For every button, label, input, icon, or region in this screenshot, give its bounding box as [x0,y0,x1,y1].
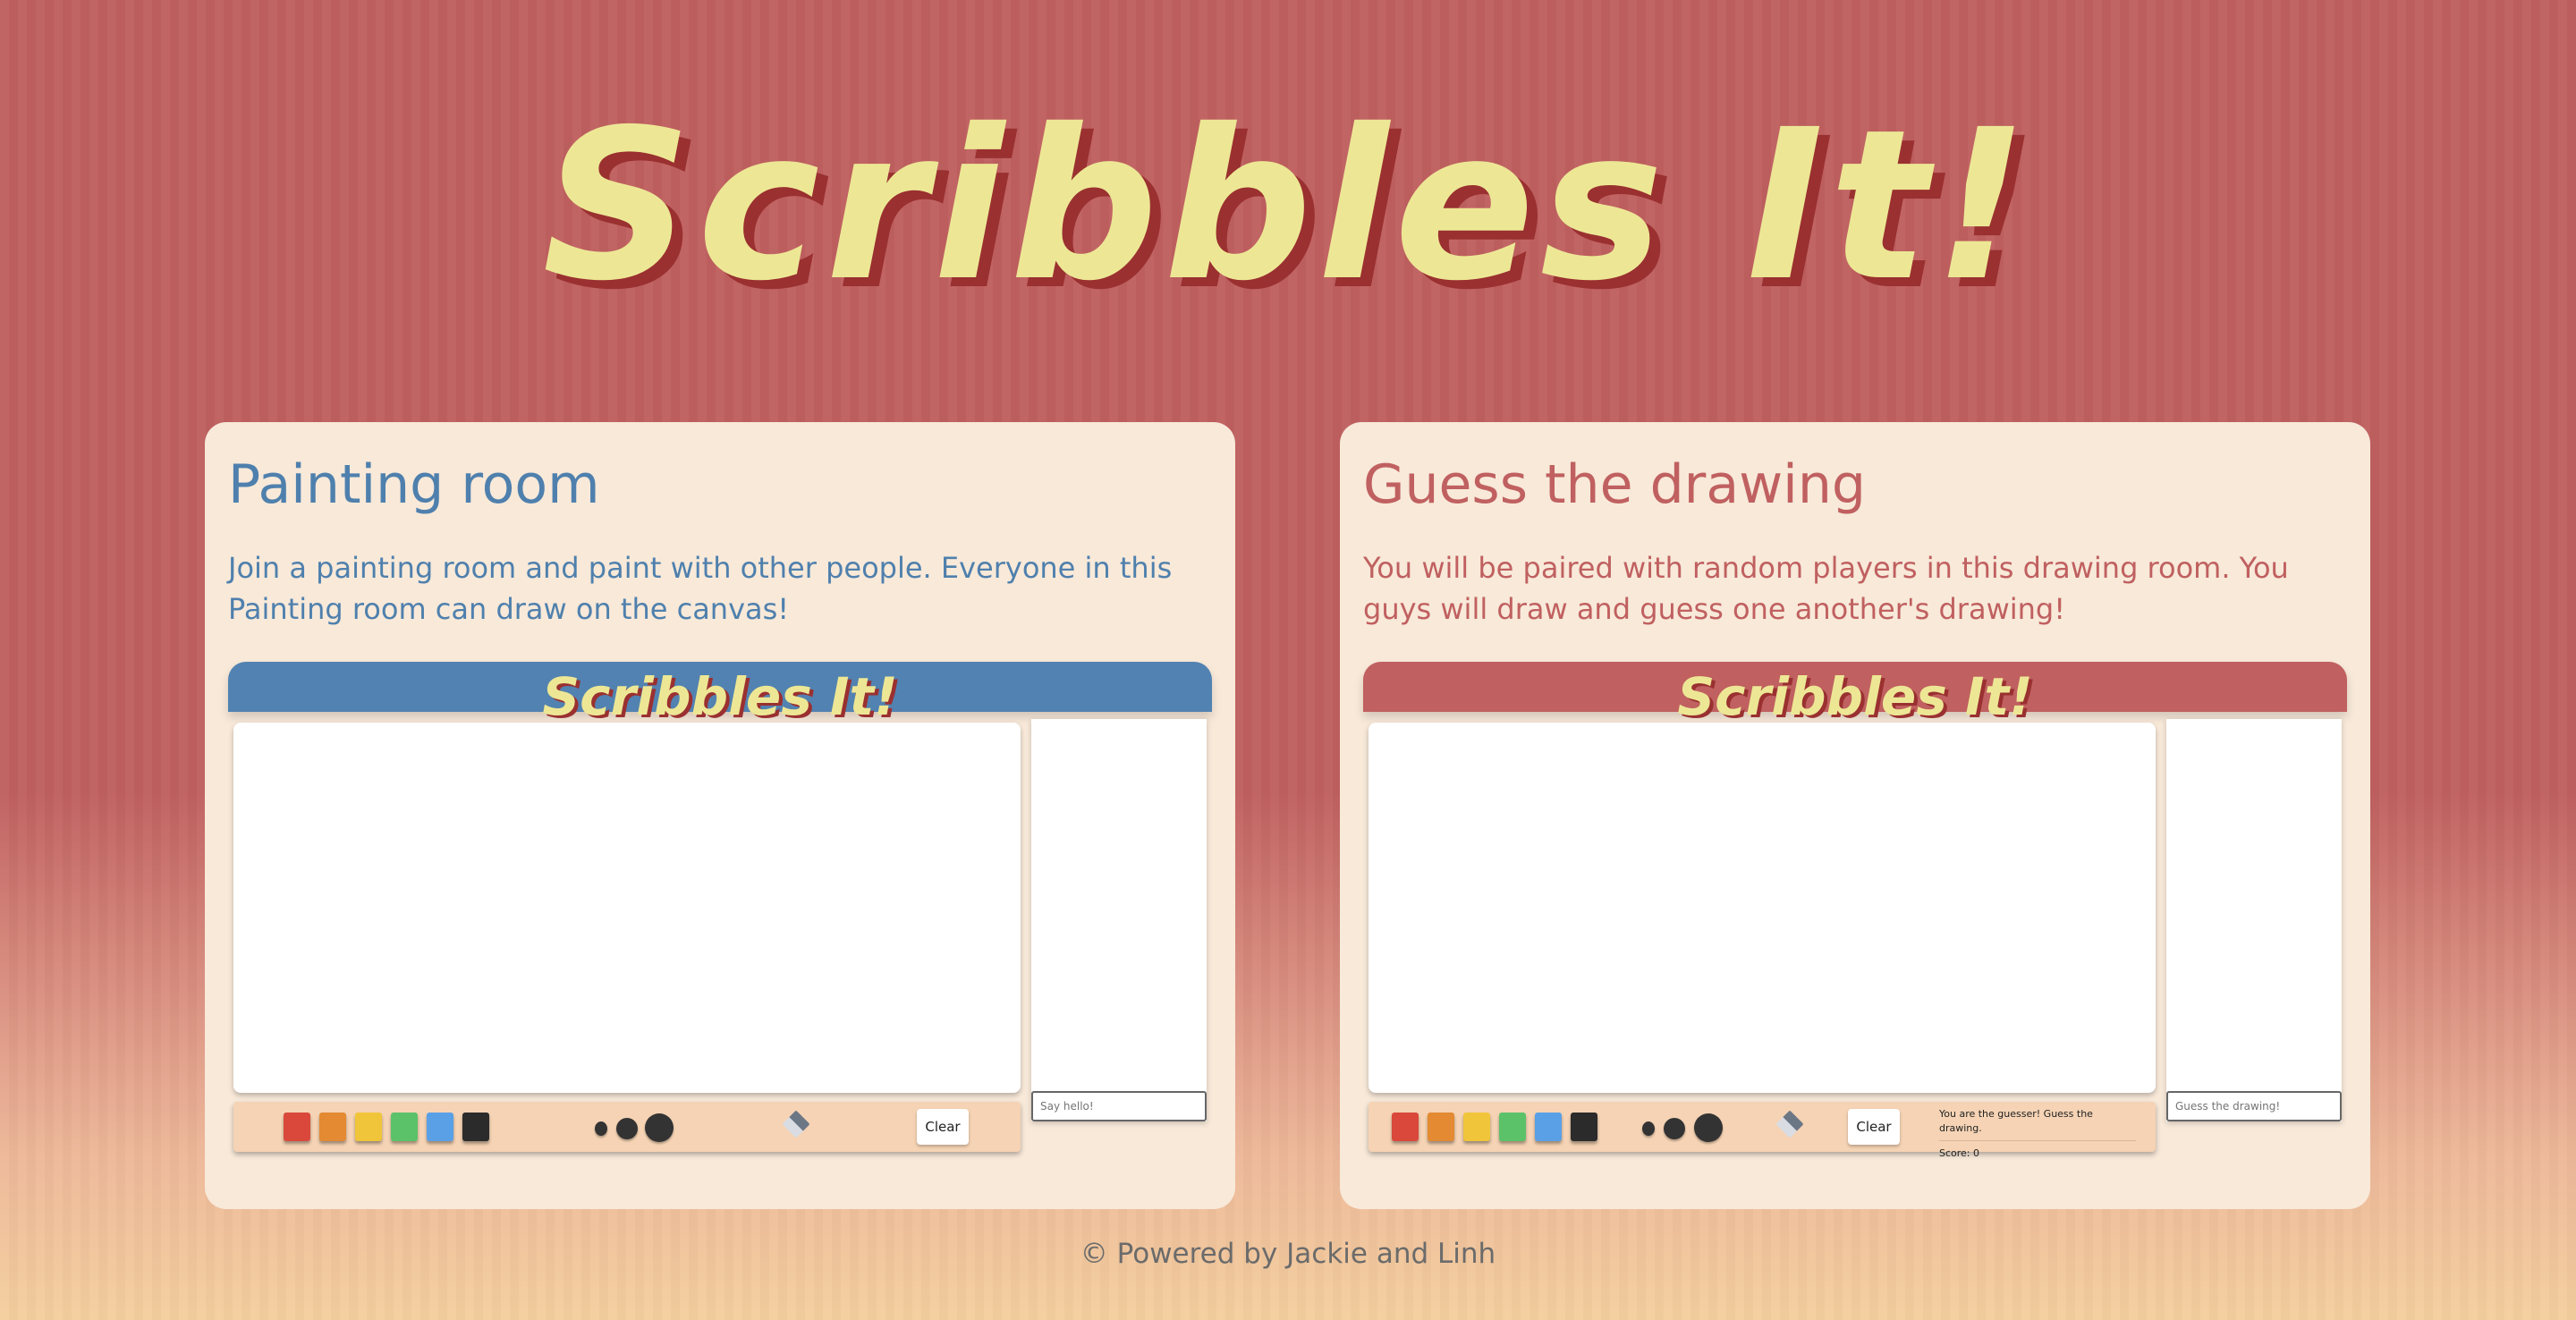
color-swatch-yellow [355,1113,382,1141]
color-swatch-black [462,1113,489,1141]
color-swatch-blue [427,1113,453,1141]
guess-drawing-title: Guess the drawing [1363,453,1866,516]
brush-size-medium-icon [1664,1118,1685,1139]
preview-header: Scribbles It! [228,662,1212,727]
drawing-toolbar: Clear You are the guesser! Guess the dra… [1368,1102,2156,1159]
color-swatch-orange [319,1113,346,1141]
color-swatch-green [1499,1113,1526,1141]
footer-credits: © Powered by Jackie and Linh [1080,1238,1496,1270]
drawing-canvas [233,723,1021,1093]
guess-drawing-card[interactable]: Guess the drawing You will be paired wit… [1340,422,2370,1209]
color-swatch-orange [1428,1113,1454,1141]
color-swatch-green [391,1113,418,1141]
guess-drawing-description: You will be paired with random players i… [1363,551,2289,626]
brush-size-large-icon [645,1113,674,1142]
eraser-icon [782,1110,810,1138]
color-swatch-yellow [1463,1113,1490,1141]
color-swatch-blue [1535,1113,1562,1141]
chat-input [1031,1091,1207,1121]
drawing-toolbar: Clear [233,1102,1021,1152]
clear-button: Clear [917,1109,969,1145]
score-text: Score: 0 [1939,1147,1980,1159]
clear-button: Clear [1848,1109,1900,1145]
painting-room-card[interactable]: Painting room Join a painting room and p… [205,422,1235,1209]
eraser-icon [1775,1110,1804,1138]
painting-room-description: Join a painting room and paint with othe… [228,551,1173,626]
preview-header: Scribbles It! [1363,662,2347,727]
guess-status-panel: You are the guesser! Guess the drawing. … [1939,1107,2136,1161]
guess-input [2166,1091,2342,1121]
brush-size-medium-icon [616,1118,638,1139]
color-swatch-red [1392,1113,1419,1141]
color-swatch-black [1571,1113,1597,1141]
painting-room-title: Painting room [228,453,600,516]
color-swatch-red [284,1113,310,1141]
painting-room-preview: Scribbles It! Clear [228,662,1212,1180]
brush-size-small-icon [1642,1121,1655,1136]
drawing-canvas [1368,723,2156,1093]
guess-drawing-preview: Scribbles It! Clear You are the guesser!… [1363,662,2347,1180]
chat-panel [2166,719,2342,1121]
brush-size-small-icon [595,1121,607,1136]
chat-panel [1031,719,1207,1121]
site-title: Scribbles It! [542,85,2034,326]
guess-status-text: You are the guesser! Guess the drawing. [1939,1107,2136,1141]
brush-size-large-icon [1694,1113,1723,1142]
